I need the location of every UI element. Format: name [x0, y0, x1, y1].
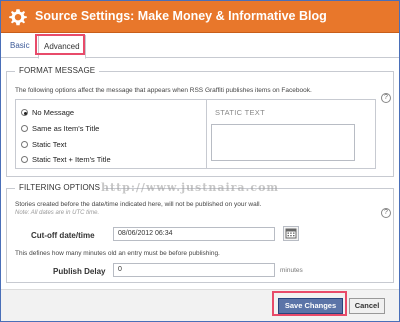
- gear-icon: [9, 9, 27, 26]
- filtering-options-legend: FILTERING OPTIONS: [15, 183, 105, 192]
- option-label: Static Text: [32, 140, 67, 149]
- option-static-text-plus-title[interactable]: Static Text + Item's Title: [21, 155, 111, 164]
- tab-basic[interactable]: Basic: [10, 41, 30, 50]
- filtering-description: Stories created before the date/time ind…: [15, 201, 262, 208]
- dialog-titlebar: Source Settings: Make Money & Informativ…: [1, 1, 399, 33]
- watermark-text: http://www.justnaira.com: [101, 181, 280, 194]
- calendar-icon[interactable]: [283, 226, 299, 241]
- radio-unselected[interactable]: [21, 156, 28, 163]
- option-label: Static Text + Item's Title: [32, 155, 111, 164]
- option-no-message[interactable]: No Message: [21, 108, 74, 117]
- option-static-text[interactable]: Static Text: [21, 140, 66, 149]
- tab-advanced[interactable]: Advanced: [38, 35, 86, 59]
- option-label: Same as Item's Title: [32, 124, 100, 133]
- help-icon[interactable]: ?: [381, 208, 391, 218]
- static-text-label: STATIC TEXT: [215, 108, 265, 117]
- minutes-unit-label: minutes: [280, 267, 303, 274]
- dialog-title: Source Settings: Make Money & Informativ…: [35, 9, 327, 23]
- utc-note: Note: All dates are in UTC time.: [15, 210, 100, 216]
- dialog-footer: Save Changes Cancel: [1, 289, 399, 321]
- option-label: No Message: [32, 108, 75, 117]
- help-icon[interactable]: ?: [381, 93, 391, 103]
- cutoff-datetime-input[interactable]: 08/06/2012 06:34: [113, 227, 275, 241]
- source-settings-dialog: Source Settings: Make Money & Informativ…: [0, 0, 400, 322]
- radio-unselected[interactable]: [21, 141, 28, 148]
- format-message-description: The following options affect the message…: [15, 87, 312, 94]
- message-options-panel: No Message Same as Item's Title Static T…: [15, 99, 207, 169]
- tab-bar: Basic Advanced: [1, 34, 399, 59]
- cancel-button[interactable]: Cancel: [349, 298, 385, 314]
- radio-unselected[interactable]: [21, 125, 28, 132]
- cutoff-label: Cut-off date/time: [31, 231, 95, 240]
- format-message-legend: FORMAT MESSAGE: [15, 66, 100, 75]
- publish-delay-input[interactable]: 0: [113, 263, 275, 277]
- save-changes-button[interactable]: Save Changes: [278, 298, 343, 314]
- option-same-as-title[interactable]: Same as Item's Title: [21, 124, 99, 133]
- publish-delay-label: Publish Delay: [53, 267, 106, 276]
- radio-selected[interactable]: [21, 109, 28, 116]
- delay-description: This defines how many minutes old an ent…: [15, 250, 220, 257]
- static-text-panel: STATIC TEXT: [207, 99, 376, 169]
- static-text-input[interactable]: [211, 124, 355, 161]
